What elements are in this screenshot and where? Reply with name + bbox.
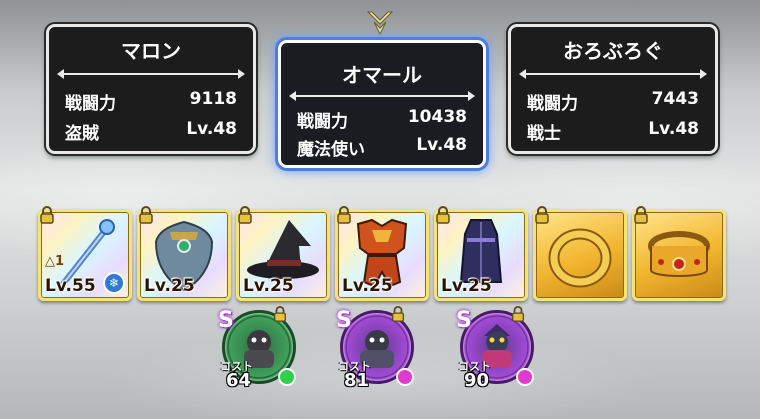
- lock-icon: [40, 206, 54, 224]
- status-dot: [278, 368, 296, 386]
- limit-break-badge: △1: [45, 254, 65, 269]
- ice-element-icon: ❄: [103, 272, 125, 294]
- status-dot: [396, 368, 414, 386]
- lock-icon: [512, 306, 524, 322]
- monster-slot-2[interactable]: S コスト 81: [336, 306, 414, 391]
- power-label: 戦闘力: [65, 94, 116, 114]
- lock-icon: [139, 206, 153, 224]
- party-card-1[interactable]: マロン 戦闘力 9118 盗賊 Lv.48: [46, 24, 256, 154]
- power-row: 戦闘力 10438: [297, 107, 467, 132]
- cost-value: 90: [464, 370, 490, 391]
- rank-badge: S: [218, 308, 234, 333]
- status-dot: [516, 368, 534, 386]
- character-name: マロン: [121, 39, 181, 63]
- lock-icon: [392, 306, 404, 322]
- lock-icon: [238, 206, 252, 224]
- crown-ring-icon: [648, 231, 710, 277]
- item-level: Lv.25: [243, 276, 294, 296]
- lock-icon: [535, 206, 549, 224]
- power-label: 戦闘力: [297, 112, 348, 132]
- character-name: おろぶろぐ: [563, 39, 663, 63]
- selected-chevron-icon: [366, 11, 394, 36]
- job-row: 盗賊 Lv.48: [65, 119, 237, 144]
- power-value: 10438: [407, 107, 467, 127]
- cost-value: 64: [226, 370, 252, 391]
- item-level: Lv.25: [441, 276, 492, 296]
- job-row: 魔法使い Lv.48: [297, 135, 467, 160]
- monster-slot-3[interactable]: S コスト 90: [456, 306, 534, 391]
- level-value: Lv.48: [648, 119, 699, 139]
- divider: [519, 69, 707, 79]
- job-label: 戦士: [527, 124, 561, 144]
- item-level: Lv.25: [144, 276, 195, 296]
- lock-icon: [274, 306, 286, 322]
- level-value: Lv.48: [416, 135, 467, 155]
- monster-slot-1[interactable]: S コスト 64: [218, 306, 296, 391]
- job-label: 盗賊: [65, 124, 99, 144]
- level-value: Lv.48: [186, 119, 237, 139]
- divider: [57, 69, 245, 79]
- lock-icon: [436, 206, 450, 224]
- ring-icon: [548, 228, 612, 288]
- party-card-3[interactable]: おろぶろぐ 戦闘力 7443 戦士 Lv.48: [508, 24, 718, 154]
- job-row: 戦士 Lv.48: [527, 119, 699, 144]
- cost-value: 81: [344, 370, 370, 391]
- divider: [289, 91, 475, 101]
- rank-badge: S: [456, 308, 472, 333]
- power-row: 戦闘力 7443: [527, 89, 699, 114]
- rank-badge: S: [336, 308, 352, 333]
- item-level: Lv.55: [45, 276, 96, 296]
- item-level: Lv.25: [342, 276, 393, 296]
- party-card-2[interactable]: オマール 戦闘力 10438 魔法使い Lv.48: [278, 40, 486, 168]
- character-name: オマール: [342, 63, 422, 87]
- lock-icon: [634, 206, 648, 224]
- power-value: 9118: [189, 89, 237, 109]
- power-row: 戦闘力 9118: [65, 89, 237, 114]
- lock-icon: [337, 206, 351, 224]
- job-label: 魔法使い: [297, 140, 365, 160]
- power-value: 7443: [651, 89, 699, 109]
- power-label: 戦闘力: [527, 94, 578, 114]
